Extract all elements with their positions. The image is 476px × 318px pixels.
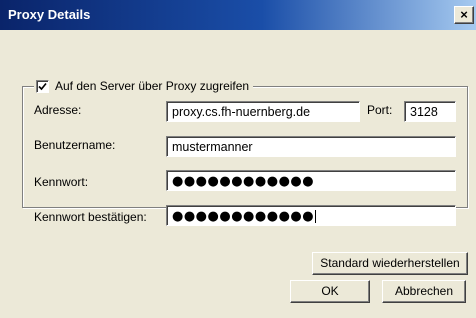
close-button[interactable]: × bbox=[454, 6, 474, 24]
confirm-password-value: ●●●●●●●●●●●● bbox=[172, 209, 315, 224]
port-value: 3128 bbox=[410, 105, 438, 119]
cancel-button[interactable]: Abbrechen bbox=[382, 280, 466, 303]
proxy-checkbox[interactable] bbox=[36, 79, 49, 93]
restore-defaults-button[interactable]: Standard wiederherstellen bbox=[312, 252, 468, 275]
address-label: Adresse: bbox=[34, 103, 82, 117]
close-icon: × bbox=[460, 7, 468, 22]
proxy-toggle[interactable]: Auf den Server über Proxy zugreifen bbox=[34, 78, 254, 94]
confirm-password-label: Kennwort bestätigen: bbox=[34, 210, 147, 224]
text-caret bbox=[315, 210, 317, 224]
username-label: Benutzername: bbox=[34, 138, 116, 152]
confirm-password-input[interactable]: ●●●●●●●●●●●● bbox=[166, 205, 456, 226]
proxy-details-dialog: Proxy Details × Auf den Server über Prox… bbox=[0, 0, 476, 318]
title-bar[interactable]: Proxy Details × bbox=[0, 0, 476, 30]
address-input[interactable]: proxy.cs.fh-nuernberg.de bbox=[166, 101, 360, 122]
window-title: Proxy Details bbox=[8, 7, 91, 22]
password-label: Kennwort: bbox=[34, 175, 89, 189]
username-input[interactable]: mustermanner bbox=[166, 136, 456, 157]
password-input[interactable]: ●●●●●●●●●●●● bbox=[166, 170, 456, 191]
port-label: Port: bbox=[367, 103, 393, 117]
address-value: proxy.cs.fh-nuernberg.de bbox=[172, 105, 311, 119]
ok-button[interactable]: OK bbox=[290, 280, 370, 303]
proxy-checkbox-label: Auf den Server über Proxy zugreifen bbox=[55, 79, 250, 93]
port-input[interactable]: 3128 bbox=[404, 101, 456, 122]
checkmark-icon bbox=[38, 82, 47, 90]
username-value: mustermanner bbox=[172, 140, 253, 154]
password-value: ●●●●●●●●●●●● bbox=[172, 174, 315, 189]
